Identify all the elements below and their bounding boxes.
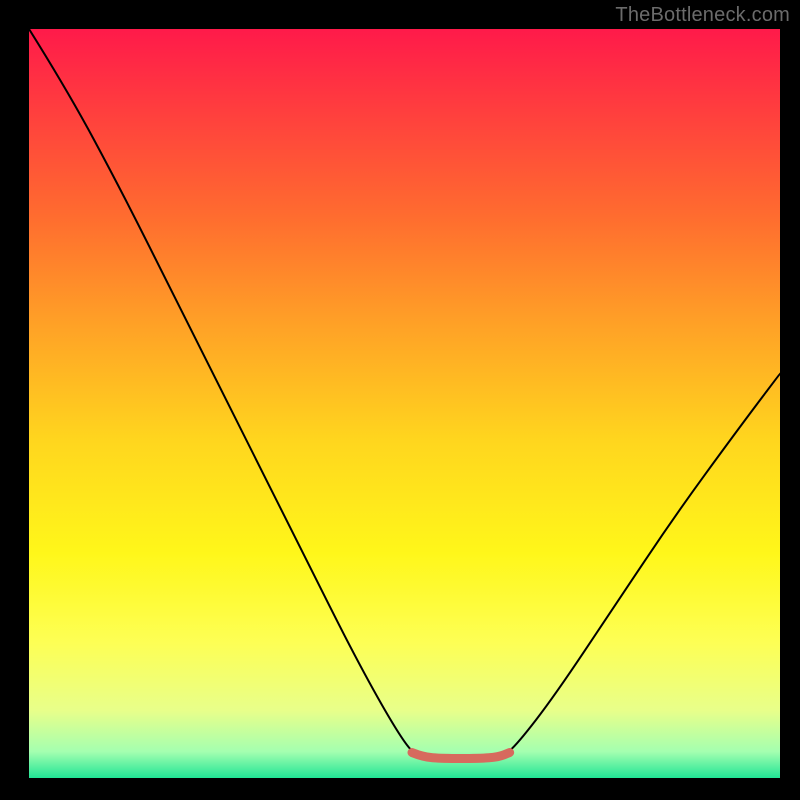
gradient-background: [29, 29, 780, 778]
plot-area: [29, 29, 780, 778]
chart-svg: [29, 29, 780, 778]
chart-frame: TheBottleneck.com: [0, 0, 800, 800]
watermark-text: TheBottleneck.com: [615, 4, 790, 27]
